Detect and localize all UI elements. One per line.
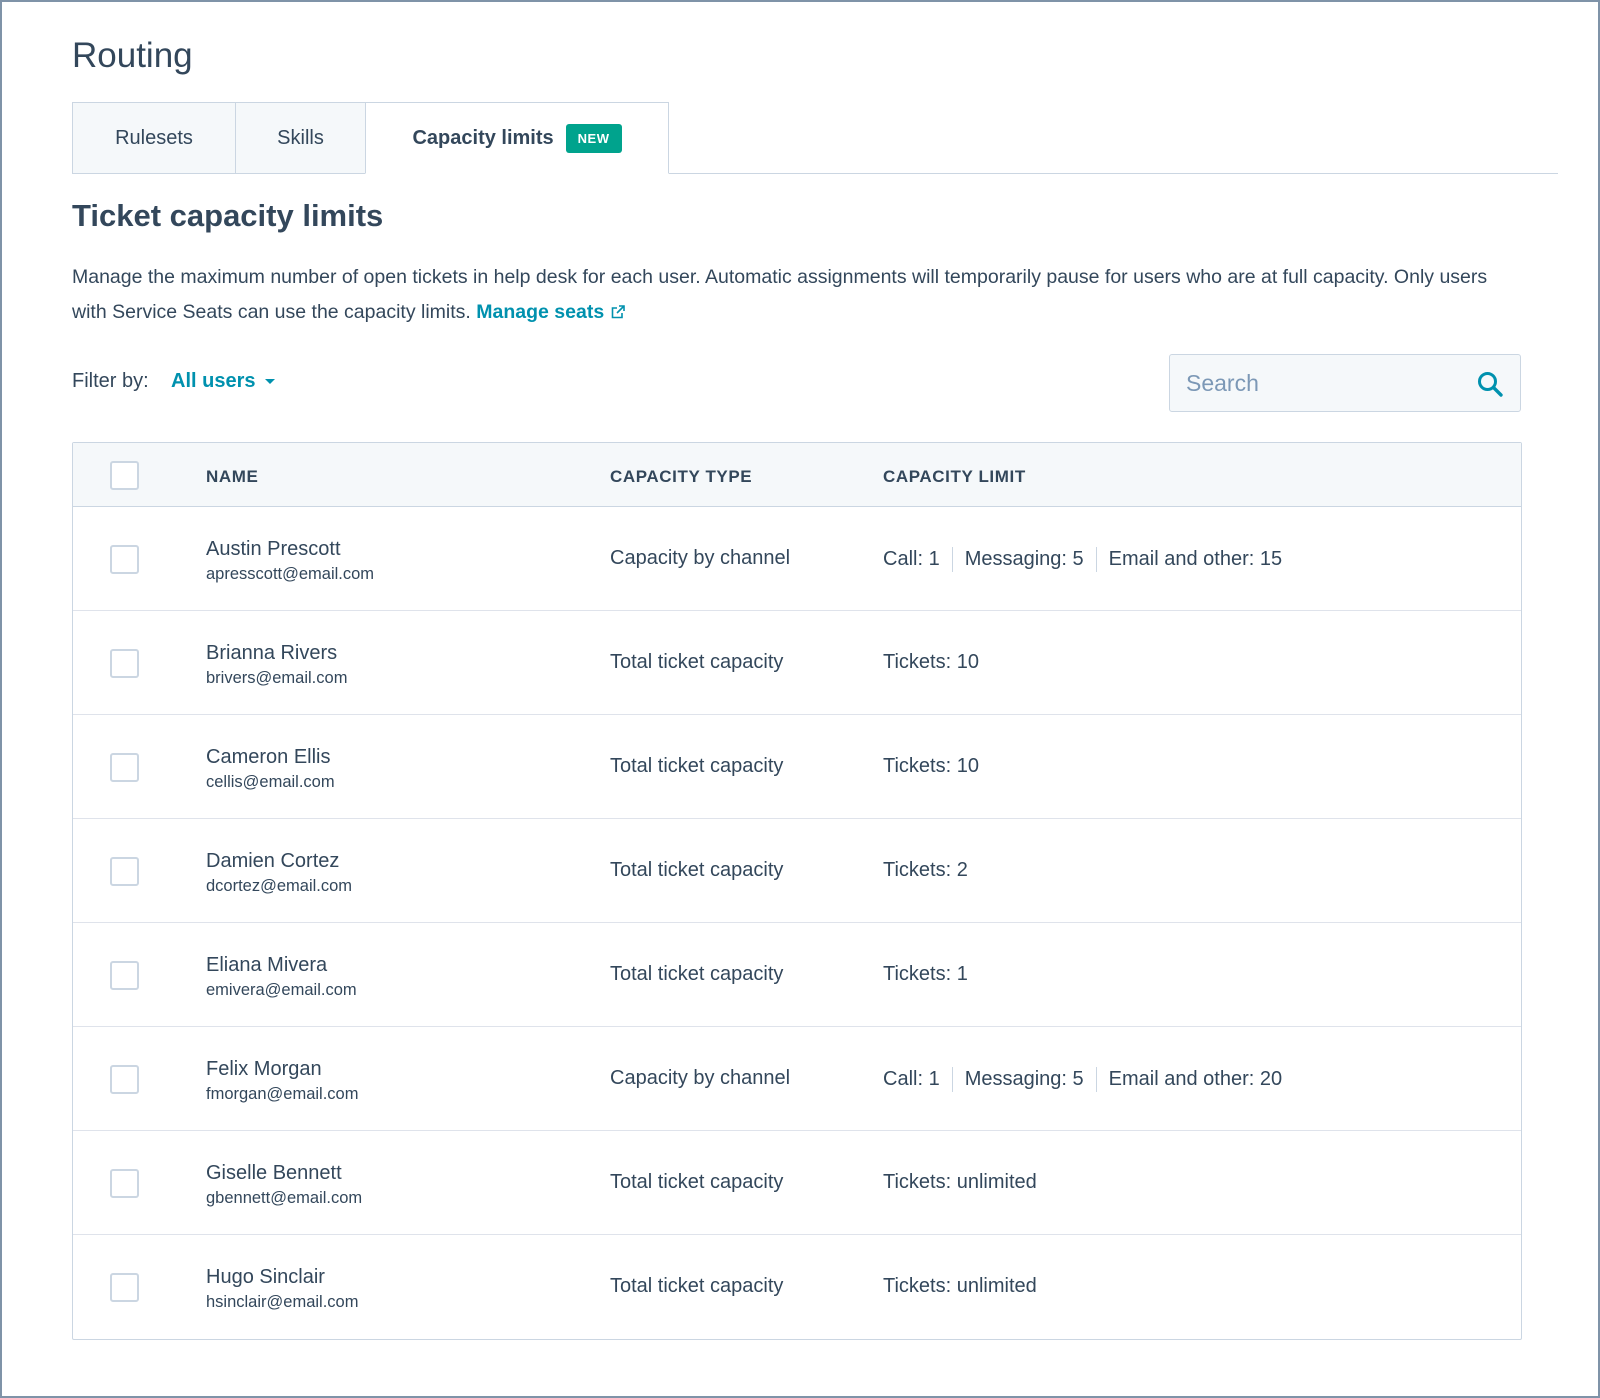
tab-skills[interactable]: Skills: [235, 102, 366, 174]
user-email: cellis@email.com: [206, 773, 335, 791]
capacity-table: NAME CAPACITY TYPE CAPACITY LIMIT Austin…: [72, 442, 1522, 1340]
limit-value: Messaging: 5: [964, 1068, 1084, 1090]
description-text: Manage the maximum number of open ticket…: [72, 266, 1488, 323]
user-email: emivera@email.com: [206, 981, 357, 999]
limit-value: Tickets: 10: [883, 651, 979, 673]
limit-separator: [951, 547, 953, 572]
table-row: Damien Cortez dcortez@email.com Total tick…: [73, 819, 1521, 923]
table-row: Hugo Sinclair hsinclair@email.com Total ti…: [73, 1235, 1521, 1339]
filter-users-dropdown[interactable]: All users: [171, 370, 276, 393]
limit-separator: [1095, 547, 1097, 572]
window-frame: Routing Rulesets Skills Capacity limits …: [0, 0, 1600, 1398]
user-name: Eliana Mivera: [206, 954, 328, 976]
user-email: brivers@email.com: [206, 669, 348, 687]
page-title: Routing: [72, 36, 193, 75]
header-capacity-type: CAPACITY TYPE: [610, 467, 753, 486]
limit-value: Email and other: 20: [1108, 1068, 1283, 1090]
external-link-icon: [611, 305, 625, 319]
capacity-limit: Call: 1 Messaging: 5 Email and other: 15: [883, 547, 1282, 572]
user-name: Brianna Rivers: [206, 642, 338, 664]
capacity-limit: Tickets: unlimited: [883, 1275, 1037, 1298]
tab-label: Skills: [277, 126, 324, 149]
user-name: Austin Prescott: [206, 538, 341, 560]
header-capacity-limit: CAPACITY LIMIT: [883, 467, 1026, 486]
row-checkbox[interactable]: [110, 1273, 139, 1302]
capacity-type: Total ticket capacity: [610, 963, 784, 985]
capacity-type: Capacity by channel: [610, 1067, 791, 1089]
row-checkbox[interactable]: [110, 1065, 139, 1094]
table-row: Felix Morgan fmorgan@email.com Capacity by…: [73, 1027, 1521, 1131]
tab-label: Rulesets: [115, 126, 193, 149]
capacity-type: Total ticket capacity: [610, 755, 784, 777]
search-input[interactable]: [1170, 355, 1460, 411]
tab-capacity-limits[interactable]: Capacity limits NEW: [365, 102, 669, 174]
capacity-limit: Tickets: 1: [883, 963, 968, 986]
user-email: dcortez@email.com: [206, 877, 353, 895]
user-name: Damien Cortez: [206, 850, 340, 872]
capacity-limit: Tickets: unlimited: [883, 1171, 1037, 1194]
limit-value: Tickets: unlimited: [883, 1275, 1037, 1297]
row-checkbox[interactable]: [110, 1169, 139, 1198]
new-badge: NEW: [565, 123, 622, 153]
row-checkbox[interactable]: [110, 545, 139, 574]
filter-label: Filter by:: [72, 370, 149, 392]
limit-value: Tickets: 10: [883, 755, 979, 777]
search-icon[interactable]: [1476, 370, 1504, 398]
limit-value: Tickets: 2: [883, 859, 968, 881]
capacity-limit: Tickets: 2: [883, 859, 968, 882]
user-name: Cameron Ellis: [206, 746, 331, 768]
manage-seats-link[interactable]: Manage seats: [476, 301, 626, 323]
select-all-checkbox[interactable]: [110, 461, 139, 490]
section-description: Manage the maximum number of open ticket…: [72, 260, 1492, 330]
limit-value: Tickets: 1: [883, 963, 968, 985]
section-title: Ticket capacity limits: [72, 198, 384, 233]
capacity-type: Capacity by channel: [610, 547, 791, 569]
user-email: gbennett@email.com: [206, 1189, 363, 1207]
filter-value-label: All users: [171, 370, 256, 392]
caret-down-icon: [265, 379, 276, 384]
user-name: Hugo Sinclair: [206, 1266, 325, 1288]
table-row: Austin Prescott apresscott@email.com Capac…: [73, 507, 1521, 611]
capacity-type: Total ticket capacity: [610, 651, 784, 673]
capacity-type: Total ticket capacity: [610, 1171, 784, 1193]
user-name: Giselle Bennett: [206, 1162, 342, 1184]
limit-value: Call: 1: [883, 1068, 940, 1090]
limit-separator: [951, 1067, 953, 1092]
tab-rulesets[interactable]: Rulesets: [72, 102, 236, 174]
user-name: Felix Morgan: [206, 1058, 322, 1080]
table-row: Brianna Rivers brivers@email.com Total tic…: [73, 611, 1521, 715]
table-row: Cameron Ellis cellis@email.com Total ticke…: [73, 715, 1521, 819]
row-checkbox[interactable]: [110, 649, 139, 678]
capacity-type: Total ticket capacity: [610, 1275, 784, 1297]
user-email: hsinclair@email.com: [206, 1293, 359, 1311]
search-box: [1169, 354, 1521, 412]
limit-separator: [1095, 1067, 1097, 1092]
row-checkbox[interactable]: [110, 857, 139, 886]
user-email: apresscott@email.com: [206, 565, 375, 583]
limit-value: Email and other: 15: [1108, 548, 1283, 570]
manage-seats-label: Manage seats: [476, 301, 605, 323]
tab-bar: Rulesets Skills Capacity limits NEW: [72, 102, 1558, 174]
capacity-limit: Tickets: 10: [883, 651, 979, 674]
capacity-limit: Call: 1 Messaging: 5 Email and other: 20: [883, 1067, 1282, 1092]
table-header: NAME CAPACITY TYPE CAPACITY LIMIT: [73, 443, 1521, 507]
limit-value: Tickets: unlimited: [883, 1171, 1037, 1193]
capacity-limit: Tickets: 10: [883, 755, 979, 778]
row-checkbox[interactable]: [110, 753, 139, 782]
header-name: NAME: [206, 467, 259, 486]
row-checkbox[interactable]: [110, 961, 139, 990]
tab-label: Capacity limits: [412, 126, 554, 149]
capacity-type: Total ticket capacity: [610, 859, 784, 881]
table-row: Giselle Bennett gbennett@email.com Total t…: [73, 1131, 1521, 1235]
table-row: Eliana Mivera emivera@email.com Total tick…: [73, 923, 1521, 1027]
user-email: fmorgan@email.com: [206, 1085, 359, 1103]
limit-value: Messaging: 5: [964, 548, 1084, 570]
limit-value: Call: 1: [883, 548, 940, 570]
